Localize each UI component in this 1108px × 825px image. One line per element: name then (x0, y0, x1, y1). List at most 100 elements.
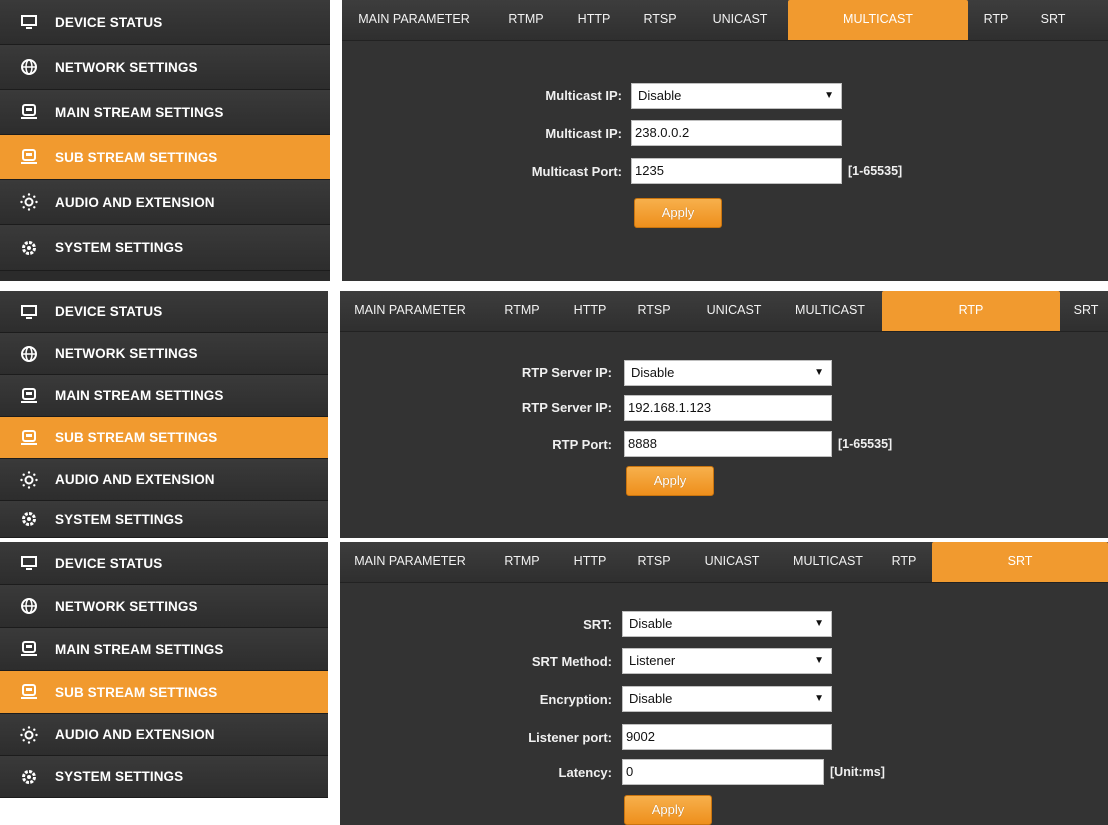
stream-device-icon (20, 387, 38, 405)
tab-multicast[interactable]: MULTICAST (780, 291, 880, 331)
sidebar-item-device-status[interactable]: DEVICE STATUS (0, 0, 330, 45)
tab-rtsp[interactable]: RTSP (634, 0, 686, 40)
sidebar-item-label: SUB STREAM SETTINGS (55, 684, 218, 700)
sidebar-item-label: MAIN STREAM SETTINGS (55, 104, 224, 120)
monitor-icon (20, 303, 38, 321)
multicast-ip-input[interactable]: 238.0.0.2 (631, 120, 842, 146)
tab-http[interactable]: HTTP (568, 0, 620, 40)
tab-rtp[interactable]: RTP (882, 542, 926, 582)
tab-main-parameter[interactable]: MAIN PARAMETER (350, 0, 478, 40)
rtp-panel: DEVICE STATUS NETWORK SETTINGS MAIN STRE… (0, 291, 1108, 538)
tab-unicast[interactable]: UNICAST (696, 291, 772, 331)
tab-srt[interactable]: SRT (1064, 291, 1108, 331)
content-area: MAIN PARAMETER RTMP HTTP RTSP UNICAST MU… (342, 0, 1108, 281)
apply-button[interactable]: Apply (624, 795, 712, 825)
sidebar-item-sub-stream-settings[interactable]: SUB STREAM SETTINGS (0, 417, 328, 459)
rtp-enable-label: RTP Server IP: (521, 365, 612, 380)
sidebar-item-system-settings[interactable]: SYSTEM SETTINGS (0, 756, 328, 798)
sidebar-item-system-settings[interactable]: SYSTEM SETTINGS (0, 225, 330, 271)
rtp-enable-select[interactable]: Disable ▼ (624, 360, 832, 386)
sidebar-item-network-settings[interactable]: NETWORK SETTINGS (0, 333, 328, 375)
sidebar-item-network-settings[interactable]: NETWORK SETTINGS (0, 585, 328, 628)
sidebar-item-label: SUB STREAM SETTINGS (55, 430, 218, 445)
multicast-enable-select[interactable]: Disable ▼ (631, 83, 842, 109)
tab-rtsp[interactable]: RTSP (628, 542, 680, 582)
tab-unicast[interactable]: UNICAST (694, 542, 770, 582)
multicast-port-input[interactable]: 1235 (631, 158, 842, 184)
tab-rtsp[interactable]: RTSP (628, 291, 680, 331)
sidebar-item-label: NETWORK SETTINGS (55, 346, 198, 361)
sidebar-item-main-stream-settings[interactable]: MAIN STREAM SETTINGS (0, 628, 328, 671)
sidebar-item-main-stream-settings[interactable]: MAIN STREAM SETTINGS (0, 90, 330, 135)
sidebar-item-audio-and-extension[interactable]: AUDIO AND EXTENSION (0, 459, 328, 501)
sidebar-item-sub-stream-settings[interactable]: SUB STREAM SETTINGS (0, 135, 330, 180)
apply-button[interactable]: Apply (626, 466, 714, 496)
rtp-port-label: RTP Port: (552, 437, 612, 452)
tab-rtp[interactable]: RTP (974, 0, 1018, 40)
rtp-port-range: [1-65535] (838, 437, 893, 451)
sidebar-item-audio-and-extension[interactable]: AUDIO AND EXTENSION (0, 180, 330, 225)
apply-button[interactable]: Apply (634, 198, 722, 228)
tab-http[interactable]: HTTP (564, 542, 616, 582)
sidebar-item-main-stream-settings[interactable]: MAIN STREAM SETTINGS (0, 375, 328, 417)
srt-encryption-select[interactable]: Disable ▼ (622, 686, 832, 712)
gear-icon (20, 510, 38, 528)
srt-panel: DEVICE STATUS NETWORK SETTINGS MAIN STRE… (0, 542, 1108, 825)
stream-device-icon (20, 429, 38, 447)
sidebar-item-label: DEVICE STATUS (55, 14, 163, 30)
sidebar-item-label: SYSTEM SETTINGS (55, 769, 184, 784)
multicast-panel: DEVICE STATUS NETWORK SETTINGS MAIN STRE… (0, 0, 1108, 281)
content-area: MAIN PARAMETER RTMP HTTP RTSP UNICAST MU… (340, 291, 1108, 538)
sidebar-item-label: NETWORK SETTINGS (55, 598, 198, 614)
stream-device-icon (20, 683, 38, 701)
srt-enable-label: SRT: (583, 617, 612, 632)
tab-rtp[interactable]: RTP (882, 291, 1060, 331)
tab-srt[interactable]: SRT (932, 542, 1108, 582)
tab-bar: MAIN PARAMETER RTMP HTTP RTSP UNICAST MU… (340, 542, 1108, 583)
sidebar-item-device-status[interactable]: DEVICE STATUS (0, 291, 328, 333)
gear-icon (20, 239, 38, 257)
rtp-server-ip-input[interactable]: 192.168.1.123 (624, 395, 832, 421)
audio-extension-icon (20, 193, 38, 211)
srt-latency-input[interactable]: 0 (622, 759, 824, 785)
sidebar-item-network-settings[interactable]: NETWORK SETTINGS (0, 45, 330, 90)
srt-method-value: Listener (629, 653, 676, 668)
srt-latency-label: Latency: (558, 765, 612, 780)
srt-encryption-label: Encryption: (539, 692, 612, 707)
monitor-icon (20, 13, 38, 31)
rtp-port-input[interactable]: 8888 (624, 431, 832, 457)
tab-main-parameter[interactable]: MAIN PARAMETER (346, 291, 474, 331)
tab-main-parameter[interactable]: MAIN PARAMETER (346, 542, 474, 582)
sidebar-item-label: MAIN STREAM SETTINGS (55, 641, 224, 657)
sidebar-item-label: AUDIO AND EXTENSION (55, 727, 215, 742)
tab-unicast[interactable]: UNICAST (702, 0, 778, 40)
sidebar-item-label: SYSTEM SETTINGS (55, 511, 184, 527)
srt-enable-select[interactable]: Disable ▼ (622, 611, 832, 637)
tab-rtmp[interactable]: RTMP (494, 542, 550, 582)
srt-method-label: SRT Method: (531, 654, 612, 669)
tab-multicast[interactable]: MULTICAST (788, 0, 968, 40)
sidebar-item-label: DEVICE STATUS (55, 304, 163, 319)
sidebar-item-label: AUDIO AND EXTENSION (55, 194, 215, 210)
multicast-ip-label: Multicast IP: (545, 126, 622, 141)
sidebar-item-label: SYSTEM SETTINGS (55, 240, 184, 255)
srt-listener-port-input[interactable]: 9002 (622, 724, 832, 750)
sidebar-item-device-status[interactable]: DEVICE STATUS (0, 542, 328, 585)
globe-icon (20, 58, 38, 76)
tab-multicast[interactable]: MULTICAST (778, 542, 878, 582)
rtp-server-ip-label: RTP Server IP: (521, 400, 612, 415)
srt-method-select[interactable]: Listener ▼ (622, 648, 832, 674)
tab-srt[interactable]: SRT (1028, 0, 1078, 40)
globe-icon (20, 345, 38, 363)
audio-extension-icon (20, 725, 38, 744)
tab-rtmp[interactable]: RTMP (494, 291, 550, 331)
tab-http[interactable]: HTTP (564, 291, 616, 331)
content-area: MAIN PARAMETER RTMP HTTP RTSP UNICAST MU… (340, 542, 1108, 825)
stream-device-icon (20, 640, 38, 658)
sidebar-item-system-settings[interactable]: SYSTEM SETTINGS (0, 501, 328, 538)
dropdown-arrow-icon: ▼ (814, 693, 824, 704)
tab-bar: MAIN PARAMETER RTMP HTTP RTSP UNICAST MU… (340, 291, 1108, 332)
sidebar-item-audio-and-extension[interactable]: AUDIO AND EXTENSION (0, 714, 328, 756)
tab-rtmp[interactable]: RTMP (498, 0, 554, 40)
sidebar-item-sub-stream-settings[interactable]: SUB STREAM SETTINGS (0, 671, 328, 714)
